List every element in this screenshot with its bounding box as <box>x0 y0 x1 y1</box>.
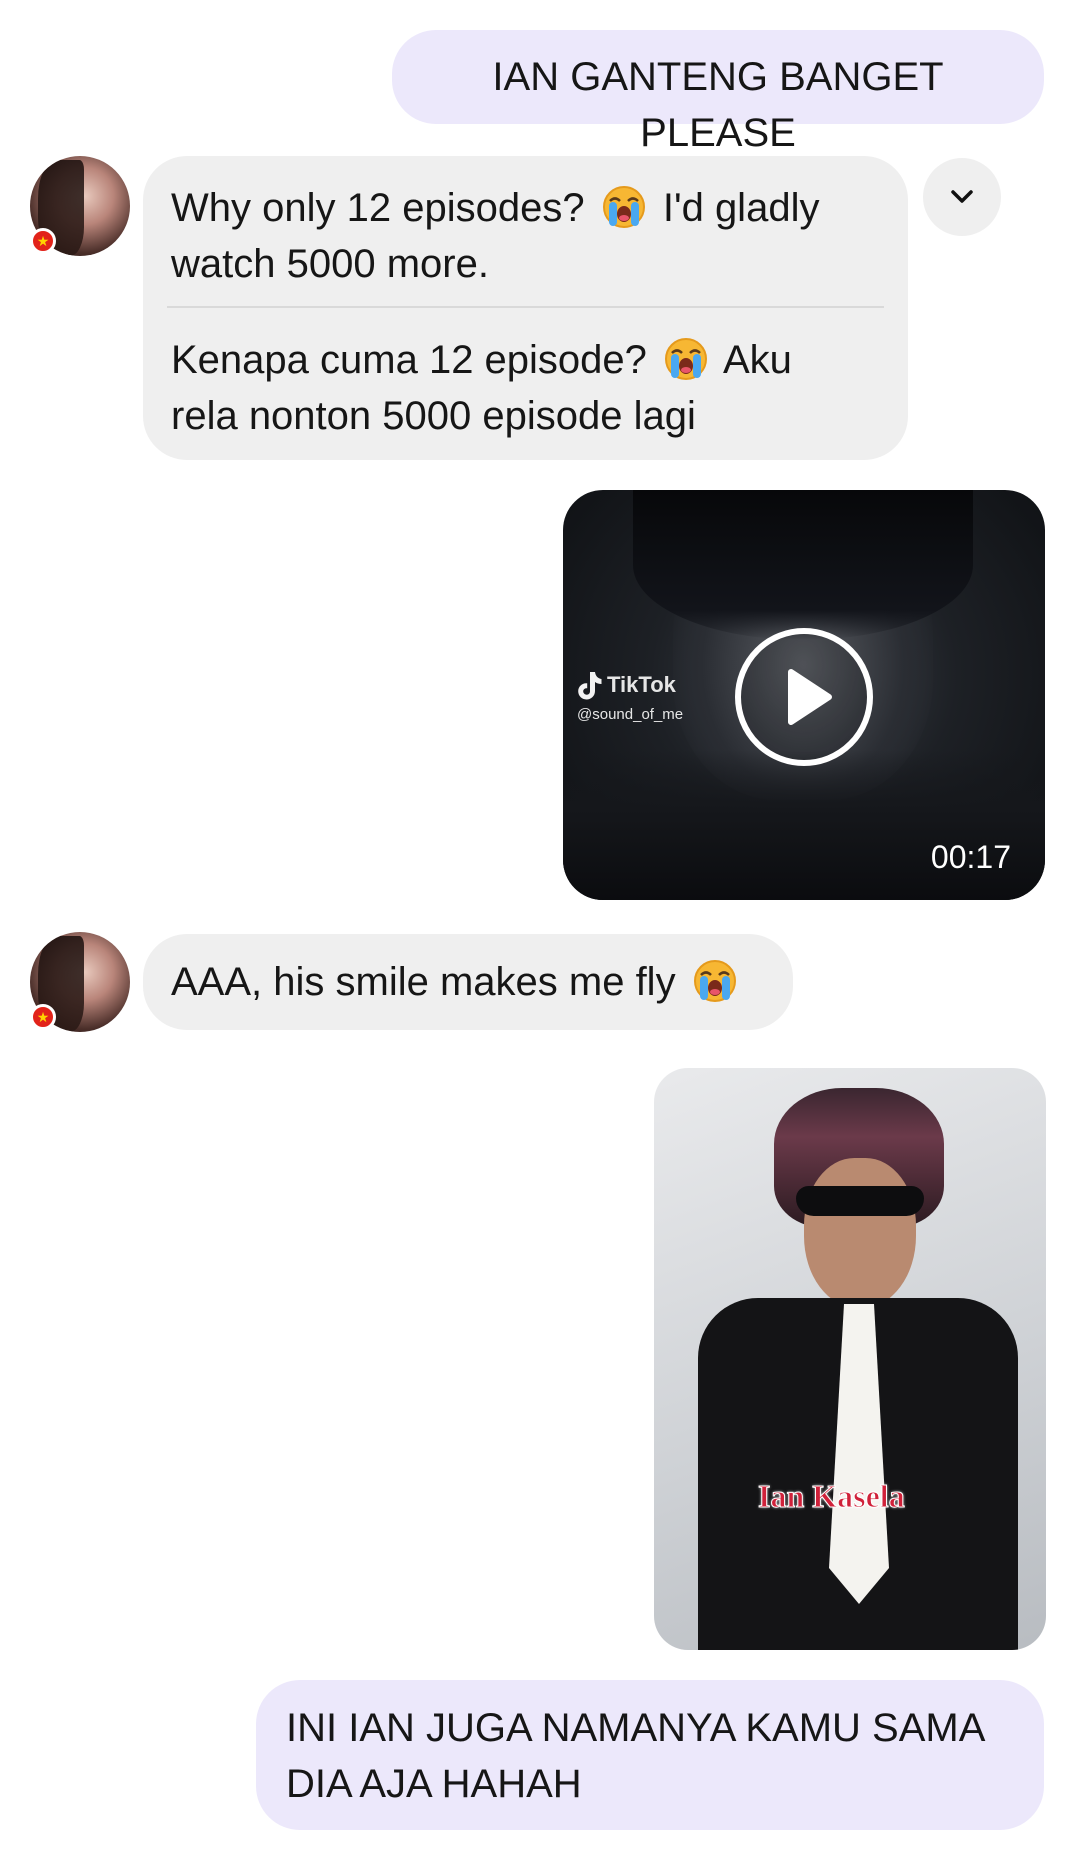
image-message[interactable]: Ian Kasela <box>654 1068 1046 1650</box>
outgoing-message[interactable]: IAN GANTENG BANGET PLEASE <box>392 30 1044 155</box>
loudly-crying-face-icon <box>693 960 736 1002</box>
outgoing-message[interactable]: INI IAN JUGA NAMANYA KAMU SAMA DIA AJA H… <box>256 1680 1044 1830</box>
chevron-down-icon <box>951 190 973 203</box>
shoulders-shape <box>563 750 1045 900</box>
video-message[interactable]: TikTok @sound_of_me 00:17 <box>563 490 1045 900</box>
expand-translation-button[interactable] <box>923 158 1001 236</box>
translated-text: Kenapa cuma 12 episode? Aku rela nonton … <box>171 338 792 438</box>
tiktok-logo-icon <box>578 672 602 700</box>
hair-shape <box>633 490 973 640</box>
face-shape <box>804 1158 916 1308</box>
translation-divider <box>167 306 884 308</box>
tiktok-watermark: TikTok @sound_of_me <box>577 672 684 723</box>
star-badge-icon: ★ <box>30 228 56 254</box>
incoming-message[interactable]: AAA, his smile makes me fly <box>143 934 793 1030</box>
play-icon <box>788 669 832 725</box>
incoming-message-translated[interactable]: Why only 12 episodes? I'd gladly watch 5… <box>143 156 908 460</box>
loudly-crying-face-icon <box>665 338 708 380</box>
video-duration: 00:17 <box>930 839 1011 875</box>
loudly-crying-face-icon <box>602 186 645 228</box>
image-caption: Ian Kasela <box>758 1478 906 1515</box>
original-text: Why only 12 episodes? I'd gladly watch 5… <box>171 186 820 286</box>
play-button[interactable] <box>735 628 873 766</box>
message-text: IAN GANTENG BANGET PLEASE <box>492 55 944 155</box>
star-badge-icon: ★ <box>30 1004 56 1030</box>
sunglasses-shape <box>796 1186 924 1216</box>
